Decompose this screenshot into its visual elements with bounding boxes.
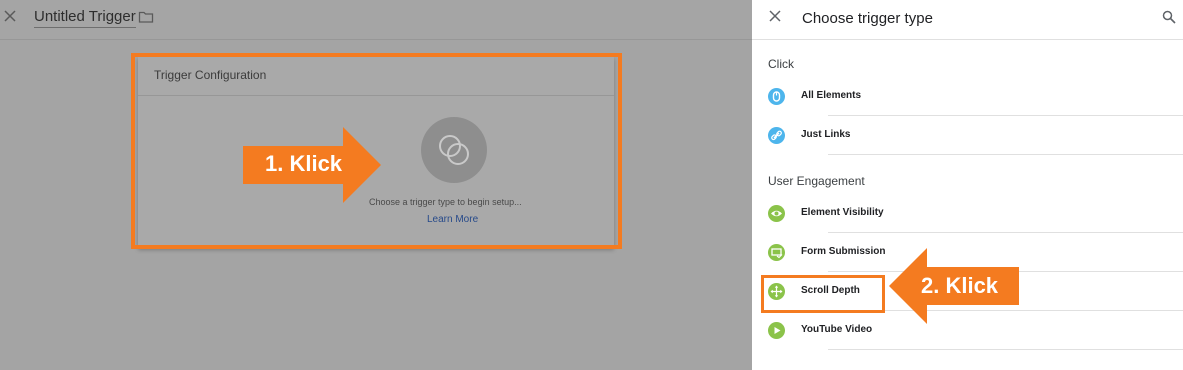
editor-top-bar: Untitled Trigger	[0, 0, 752, 40]
panel-header: Choose trigger type	[752, 0, 1183, 40]
trigger-item-label: Just Links	[801, 129, 851, 140]
trigger-item-label: Form Submission	[801, 246, 886, 257]
close-panel-icon[interactable]	[768, 9, 782, 28]
trigger-item-label: All Elements	[801, 90, 862, 101]
highlight-box-scroll-depth	[761, 275, 885, 313]
trigger-item-element-visibility[interactable]: Element Visibility	[752, 194, 1183, 233]
item-divider	[828, 154, 1183, 155]
section-label-user-engagement: User Engagement	[768, 174, 865, 188]
folder-icon[interactable]	[138, 10, 154, 29]
step-2-label: 2. Klick	[921, 273, 999, 298]
trigger-name-field[interactable]: Untitled Trigger	[34, 8, 136, 28]
form-icon	[768, 244, 785, 261]
trigger-item-label: YouTube Video	[801, 324, 873, 335]
eye-icon	[768, 205, 785, 222]
step-1-label: 1. Klick	[265, 151, 343, 176]
item-divider	[828, 349, 1183, 350]
cursor-click-icon	[768, 88, 785, 105]
section-label-click: Click	[768, 57, 794, 71]
search-icon[interactable]	[1162, 10, 1176, 29]
link-icon	[768, 127, 785, 144]
play-icon	[768, 322, 785, 339]
trigger-item-just-links[interactable]: Just Links	[752, 116, 1183, 155]
trigger-item-all-elements[interactable]: All Elements	[752, 77, 1183, 116]
trigger-item-label: Element Visibility	[801, 207, 884, 218]
panel-title: Choose trigger type	[802, 10, 933, 27]
close-icon[interactable]	[3, 9, 17, 28]
